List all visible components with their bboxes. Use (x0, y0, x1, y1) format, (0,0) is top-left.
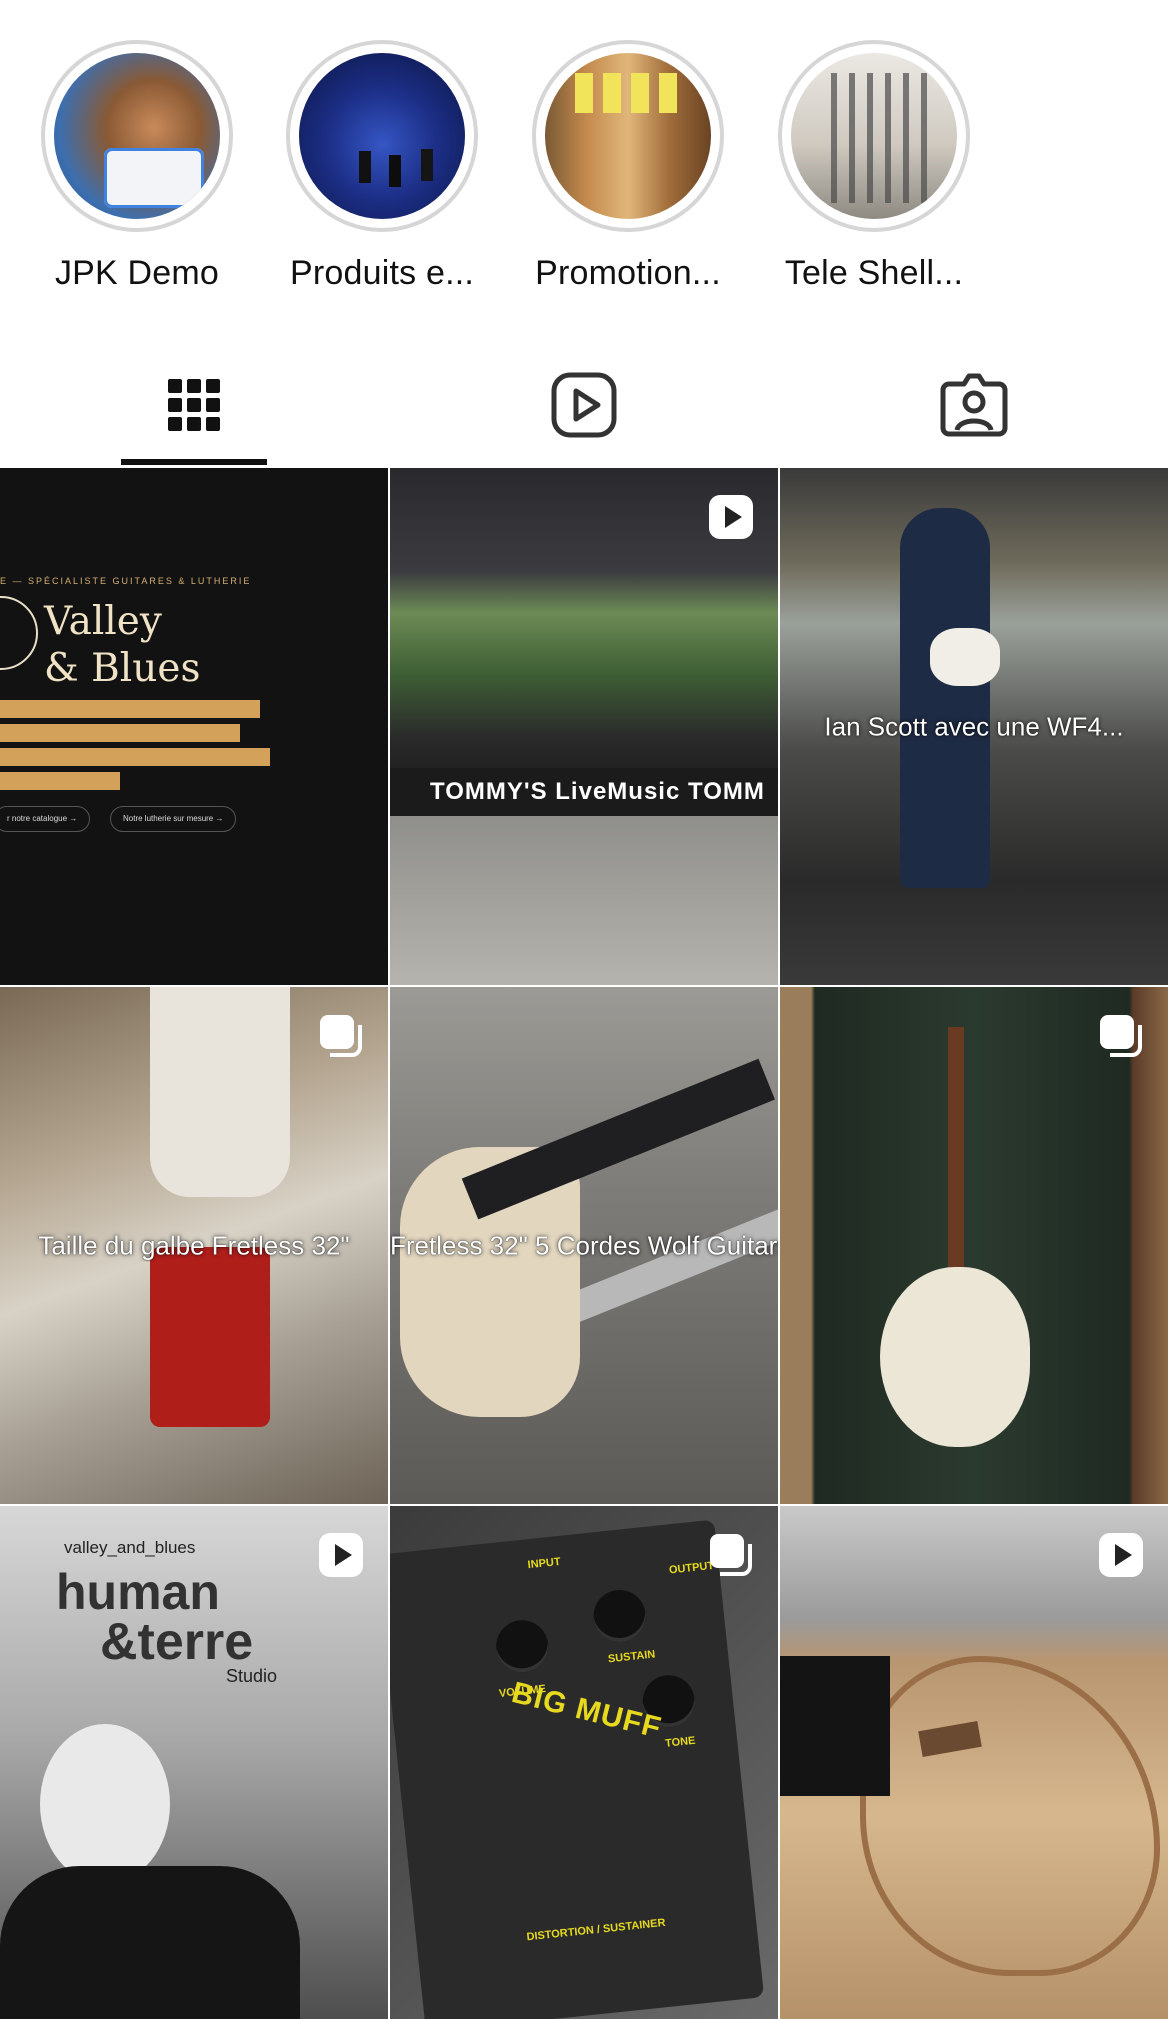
post-thumbnail[interactable]: Fretless 32" 5 Cordes Wolf Guitars (390, 987, 778, 1504)
post-thumbnail[interactable] (780, 1506, 1168, 2019)
carousel-badge-icon (1100, 1015, 1142, 1057)
brand-name: Valley & Blues (44, 598, 200, 692)
poster-title: &terre (100, 1613, 254, 1671)
person-hoodie (0, 1866, 300, 2019)
dust-bag (150, 987, 290, 1197)
cnc-brush (780, 1656, 890, 1796)
musician-figure (900, 508, 990, 888)
brand-line: & Blues (44, 646, 201, 691)
tab-tagged[interactable] (851, 345, 1097, 465)
reel-badge-icon (319, 1533, 363, 1577)
stage-banner: TOMMY'S LiveMusic TOMM (390, 768, 778, 816)
post-caption: Ian Scott avec une WF4... (824, 711, 1124, 741)
routed-guitar-outline (860, 1656, 1160, 1976)
post-thumbnail[interactable] (780, 987, 1168, 1504)
post-caption: Taille du galbe Fretless 32" (38, 1230, 350, 1260)
poster-title: human (56, 1564, 220, 1620)
highlighted-text-block (0, 700, 270, 796)
tab-reels[interactable] (461, 345, 707, 465)
poster-subtitle: Studio (226, 1666, 278, 1686)
effects-pedal: INPUT OUTPUT SUSTAIN VOLUME TONE DISTORT… (390, 1519, 765, 2019)
person-face (40, 1724, 170, 1884)
catalogue-button: r notre catalogue → (0, 806, 91, 832)
highlight-label: Produits e... (289, 254, 475, 292)
web-tagline: E — SPÉCIALISTE GUITARES & LUTHERIE (0, 576, 252, 586)
highlight-jpk-demo[interactable]: JPK Demo (27, 40, 247, 293)
story-highlights-row: JPK Demo Produits e... Promotion... Tele… (0, 0, 1168, 320)
pedal-footer-label: DISTORTION / SUSTAINER (526, 1916, 667, 1944)
post-thumbnail[interactable]: Taille du galbe Fretless 32" (0, 987, 388, 1504)
highlight-ring (41, 40, 233, 232)
guitar-body (880, 1267, 1030, 1447)
pedal-knob (493, 1617, 551, 1675)
posts-grid: E — SPÉCIALISTE GUITARES & LUTHERIE Vall… (0, 468, 1168, 2019)
highlight-label: Promotion... (535, 254, 721, 292)
highlight-promotion[interactable]: Promotion... (518, 40, 738, 293)
carousel-badge-icon (710, 1534, 752, 1576)
pedal-knob (590, 1587, 649, 1645)
highlight-thumbnail (299, 53, 465, 219)
red-vice (150, 1247, 270, 1427)
pedal-sustain-label: SUSTAIN (607, 1648, 656, 1666)
post-thumbnail[interactable]: valley_and_blues human &terre Studio (0, 1506, 388, 2019)
reel-badge-icon (1099, 1533, 1143, 1577)
tagged-person-icon (940, 373, 1008, 437)
pedal-tone-label: TONE (664, 1734, 696, 1750)
post-thumbnail[interactable]: INPUT OUTPUT SUSTAIN VOLUME TONE DISTORT… (390, 1506, 778, 2019)
highlight-tele-shell[interactable]: Tele Shell... (764, 40, 984, 293)
brand-logo (0, 596, 38, 670)
carousel-badge-icon (320, 1015, 362, 1057)
grid-icon (168, 379, 220, 431)
post-thumbnail[interactable]: E — SPÉCIALISTE GUITARES & LUTHERIE Vall… (0, 468, 388, 985)
highlight-thumbnail (791, 53, 957, 219)
profile-tabs (0, 345, 1168, 465)
post-thumbnail[interactable]: Ian Scott avec une WF4... (780, 468, 1168, 985)
highlight-produits[interactable]: Produits e... (272, 40, 492, 293)
highlight-thumbnail (545, 53, 711, 219)
guitar-neck (948, 1027, 964, 1287)
reels-play-icon (551, 372, 617, 438)
post-thumbnail[interactable]: TOMMY'S LiveMusic TOMM (390, 468, 778, 985)
tab-posts[interactable] (71, 345, 317, 465)
guitar-figure (930, 628, 1000, 686)
highlight-ring (532, 40, 724, 232)
guitar-neck (461, 1058, 775, 1220)
reel-badge-icon (709, 495, 753, 539)
highlight-ring (286, 40, 478, 232)
highlight-label: Tele Shell... (784, 254, 964, 292)
highlight-label: JPK Demo (54, 254, 220, 292)
highlight-thumbnail (54, 53, 220, 219)
highlight-ring (778, 40, 970, 232)
post-caption: Fretless 32" 5 Cordes Wolf Guitars (390, 1230, 778, 1260)
instagram-handle: valley_and_blues (64, 1538, 196, 1557)
custom-lutherie-button: Notre lutherie sur mesure → (110, 806, 237, 832)
pedal-input-label: INPUT (527, 1555, 562, 1572)
brand-line: Valley (44, 599, 162, 644)
